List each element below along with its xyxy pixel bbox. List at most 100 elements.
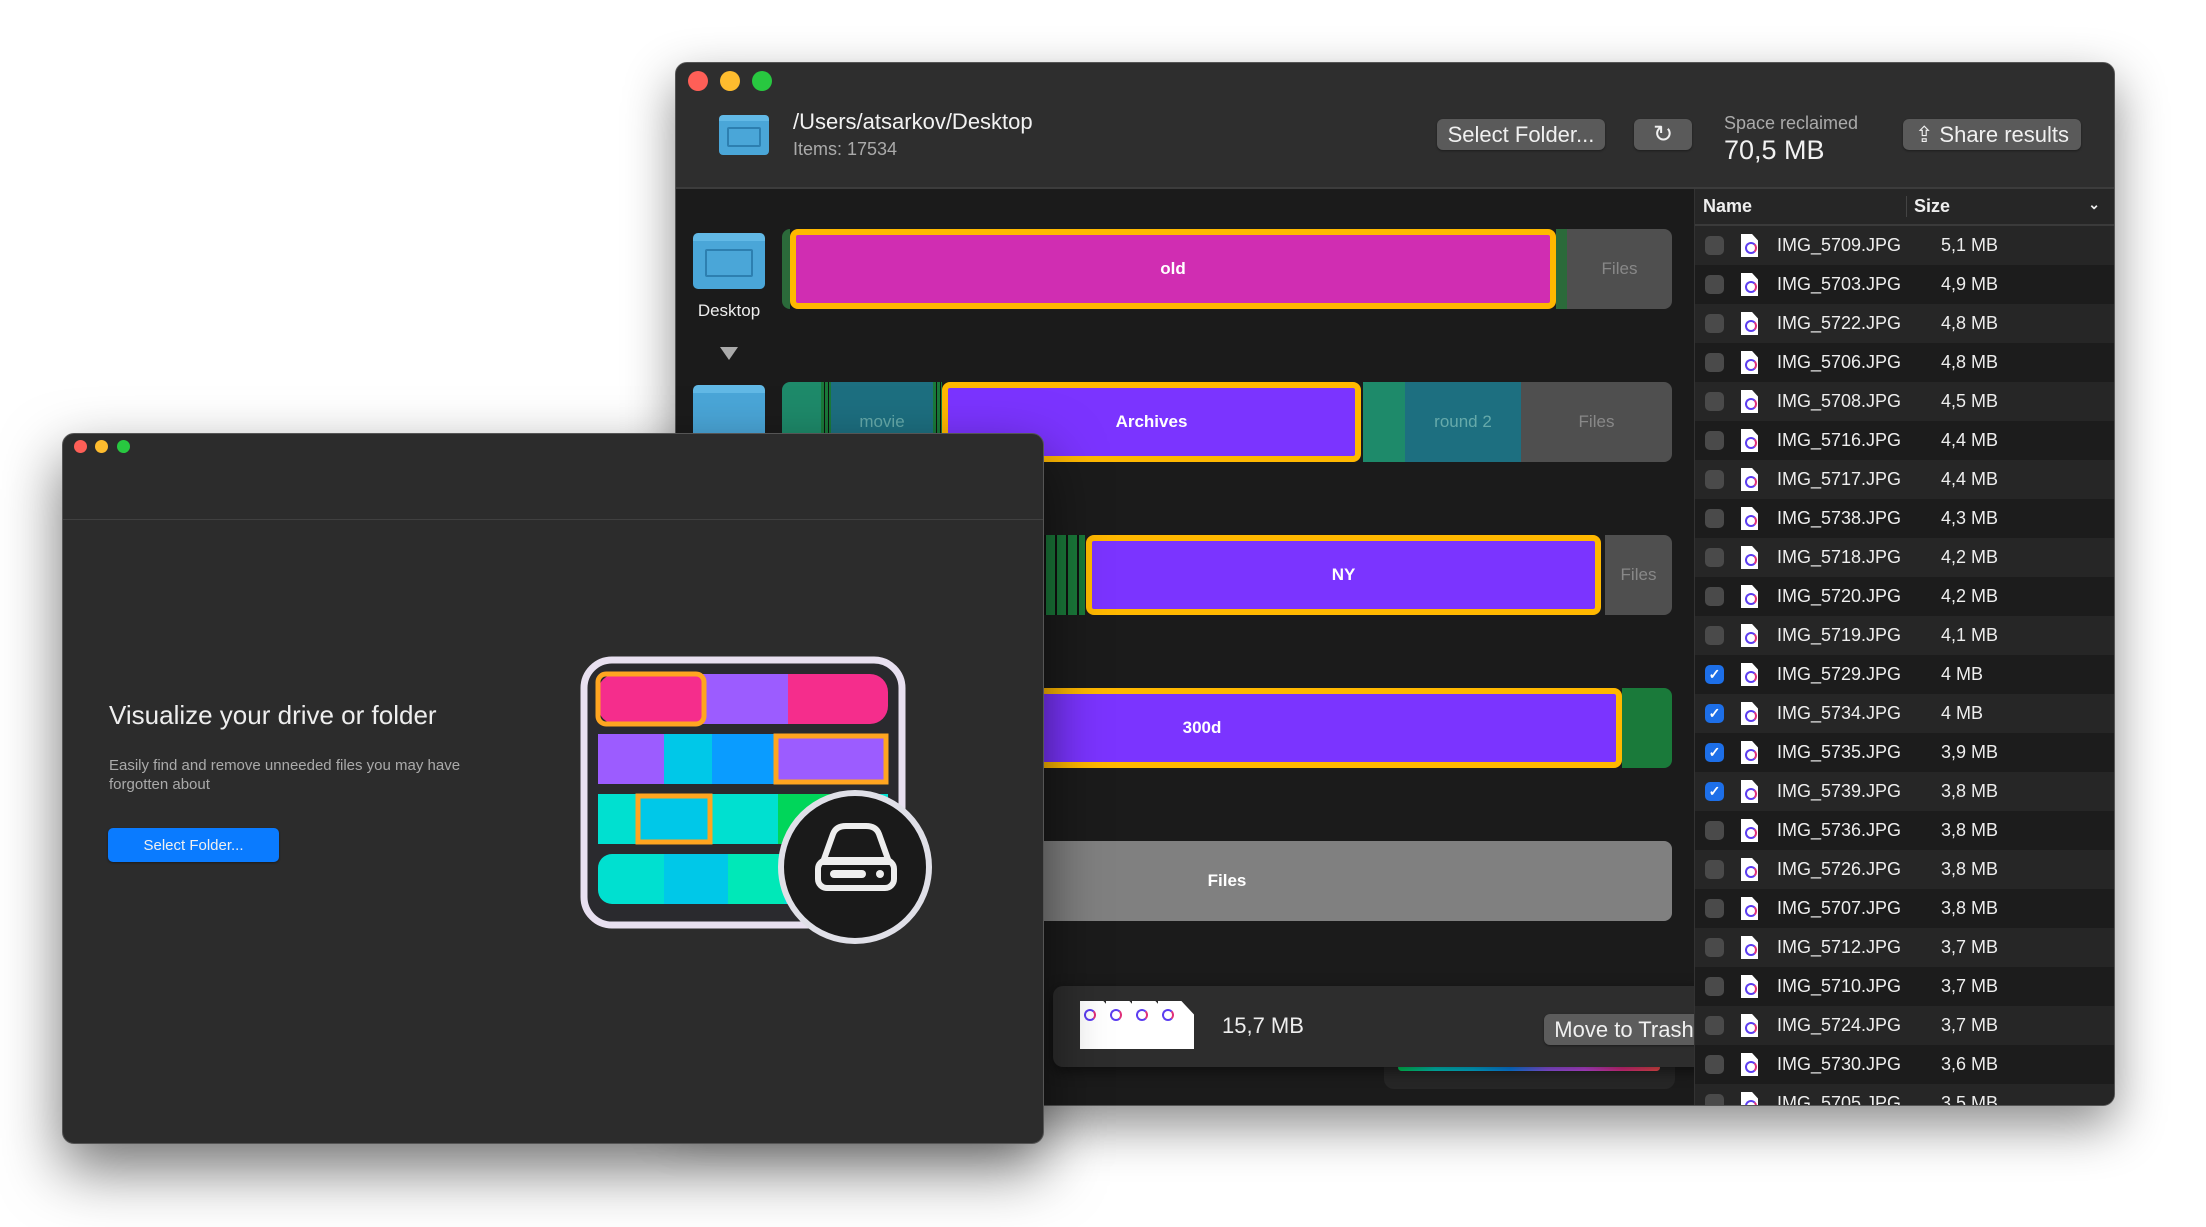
list-item[interactable]: IMG_5707.JPG 3,8 MB: [1695, 889, 2114, 928]
file-size: 4,1 MB: [1941, 625, 1999, 645]
close-button[interactable]: [74, 440, 87, 453]
move-to-trash-button[interactable]: Move to Trash: [1544, 1014, 1704, 1045]
bar-segment[interactable]: [1556, 229, 1567, 309]
bar-segment[interactable]: [1363, 382, 1405, 462]
jpg-file-icon: [1741, 429, 1758, 452]
list-item[interactable]: ✓ IMG_5735.JPG 3,9 MB: [1695, 733, 2114, 772]
row-checkbox[interactable]: [1705, 548, 1724, 567]
desktop-folder-icon[interactable]: [693, 233, 765, 289]
row-checkbox[interactable]: [1705, 1016, 1724, 1035]
list-item[interactable]: IMG_5717.JPG 4,4 MB: [1695, 460, 2114, 499]
file-size: 4,4 MB: [1941, 469, 1999, 489]
list-item[interactable]: ✓ IMG_5734.JPG 4 MB: [1695, 694, 2114, 733]
column-size[interactable]: Size ⌄: [1906, 196, 2106, 217]
bar-segment[interactable]: [1622, 688, 1672, 768]
row-checkbox[interactable]: [1705, 275, 1724, 294]
bar-segment[interactable]: [782, 229, 790, 309]
file-name: IMG_5730.JPG: [1777, 1054, 1902, 1074]
jpg-file-icon: [1741, 780, 1758, 803]
file-size: 3,8 MB: [1941, 859, 1999, 879]
file-size: 3,8 MB: [1941, 820, 1999, 840]
select-folder-button[interactable]: Select Folder...: [108, 828, 279, 862]
jpg-file-icon: [1741, 546, 1758, 569]
row-checkbox[interactable]: ✓: [1705, 704, 1724, 723]
list-item[interactable]: IMG_5703.JPG 4,9 MB: [1695, 265, 2114, 304]
list-rows: IMG_5709.JPG 5,1 MB IMG_5703.JPG 4,9 MB IMG_…: [1695, 226, 2114, 1106]
bar-segment-old[interactable]: old: [790, 229, 1556, 309]
bar-row-1: old Files: [782, 229, 1672, 309]
file-name: IMG_5736.JPG: [1777, 820, 1902, 840]
refresh-button[interactable]: ↻: [1634, 119, 1692, 150]
row-checkbox[interactable]: ✓: [1705, 782, 1724, 801]
file-name: IMG_5735.JPG: [1777, 742, 1902, 762]
row-checkbox[interactable]: [1705, 626, 1724, 645]
zoom-button[interactable]: [752, 71, 772, 91]
list-item[interactable]: IMG_5720.JPG 4,2 MB: [1695, 577, 2114, 616]
row-checkbox[interactable]: [1705, 1094, 1724, 1105]
file-size: 4,2 MB: [1941, 547, 1999, 567]
zoom-button[interactable]: [117, 440, 130, 453]
bar-segment-ny[interactable]: NY: [1086, 535, 1601, 615]
row-checkbox[interactable]: [1705, 821, 1724, 840]
row-checkbox[interactable]: [1705, 431, 1724, 450]
welcome-title: Visualize your drive or folder: [109, 700, 437, 730]
disclosure-triangle-icon[interactable]: [720, 347, 738, 360]
file-list: Name Size ⌄ IMG_5709.JPG 5,1 MB IMG_5703.JP…: [1694, 189, 2114, 1106]
column-name[interactable]: Name: [1703, 196, 1906, 217]
bar-segment-files[interactable]: Files: [1567, 229, 1672, 309]
chevron-down-icon: ⌄: [2088, 196, 2100, 212]
row-checkbox[interactable]: [1705, 977, 1724, 996]
file-name: IMG_5716.JPG: [1777, 430, 1902, 450]
minimize-button[interactable]: [720, 71, 740, 91]
row-checkbox[interactable]: ✓: [1705, 743, 1724, 762]
file-name: IMG_5734.JPG: [1777, 703, 1902, 723]
row-checkbox[interactable]: [1705, 899, 1724, 918]
list-item[interactable]: ✓ IMG_5739.JPG 3,8 MB: [1695, 772, 2114, 811]
row-checkbox[interactable]: [1705, 860, 1724, 879]
bar-segment-files[interactable]: Files: [1605, 535, 1672, 615]
list-item[interactable]: IMG_5722.JPG 4,8 MB: [1695, 304, 2114, 343]
list-item[interactable]: IMG_5719.JPG 4,1 MB: [1695, 616, 2114, 655]
list-item[interactable]: IMG_5708.JPG 4,5 MB: [1695, 382, 2114, 421]
row-checkbox[interactable]: ✓: [1705, 665, 1724, 684]
list-item[interactable]: IMG_5730.JPG 3,6 MB: [1695, 1045, 2114, 1084]
jpg-file-icon: [1741, 897, 1758, 920]
file-size: 3,9 MB: [1941, 742, 1999, 762]
list-item[interactable]: IMG_5712.JPG 3,7 MB: [1695, 928, 2114, 967]
row-checkbox[interactable]: [1705, 392, 1724, 411]
file-size: 4,8 MB: [1941, 352, 1999, 372]
row-checkbox[interactable]: [1705, 587, 1724, 606]
row-checkbox[interactable]: [1705, 353, 1724, 372]
bar-segment-files[interactable]: Files: [1521, 382, 1672, 462]
select-folder-button[interactable]: Select Folder...: [1437, 119, 1605, 150]
file-name: IMG_5720.JPG: [1777, 586, 1902, 606]
selected-files-icon: [1080, 1001, 1194, 1049]
list-item[interactable]: IMG_5709.JPG 5,1 MB: [1695, 226, 2114, 265]
bar-segment-round-2[interactable]: round 2: [1405, 382, 1521, 462]
list-item[interactable]: IMG_5706.JPG 4,8 MB: [1695, 343, 2114, 382]
row-checkbox[interactable]: [1705, 938, 1724, 957]
close-button[interactable]: [688, 71, 708, 91]
list-item[interactable]: IMG_5718.JPG 4,2 MB: [1695, 538, 2114, 577]
jpg-file-icon: [1741, 234, 1758, 257]
list-item[interactable]: IMG_5738.JPG 4,3 MB: [1695, 499, 2114, 538]
file-size: 3,5 MB: [1941, 1093, 1999, 1106]
file-size: 4,2 MB: [1941, 586, 1999, 606]
list-item[interactable]: IMG_5710.JPG 3,7 MB: [1695, 967, 2114, 1006]
row-checkbox[interactable]: [1705, 236, 1724, 255]
list-item[interactable]: IMG_5736.JPG 3,8 MB: [1695, 811, 2114, 850]
row-checkbox[interactable]: [1705, 314, 1724, 333]
minimize-button[interactable]: [95, 440, 108, 453]
row-checkbox[interactable]: [1705, 509, 1724, 528]
list-item[interactable]: IMG_5724.JPG 3,7 MB: [1695, 1006, 2114, 1045]
list-item[interactable]: IMG_5726.JPG 3,8 MB: [1695, 850, 2114, 889]
list-item[interactable]: IMG_5716.JPG 4,4 MB: [1695, 421, 2114, 460]
row-checkbox[interactable]: [1705, 1055, 1724, 1074]
row-checkbox[interactable]: [1705, 470, 1724, 489]
drive-icon: [778, 790, 932, 944]
file-size: 3,7 MB: [1941, 937, 1999, 957]
share-results-button[interactable]: ⇪ Share results: [1903, 119, 2081, 150]
jpg-file-icon: [1741, 390, 1758, 413]
list-item[interactable]: ✓ IMG_5729.JPG 4 MB: [1695, 655, 2114, 694]
list-item[interactable]: IMG_5705.JPG 3,5 MB: [1695, 1084, 2114, 1106]
